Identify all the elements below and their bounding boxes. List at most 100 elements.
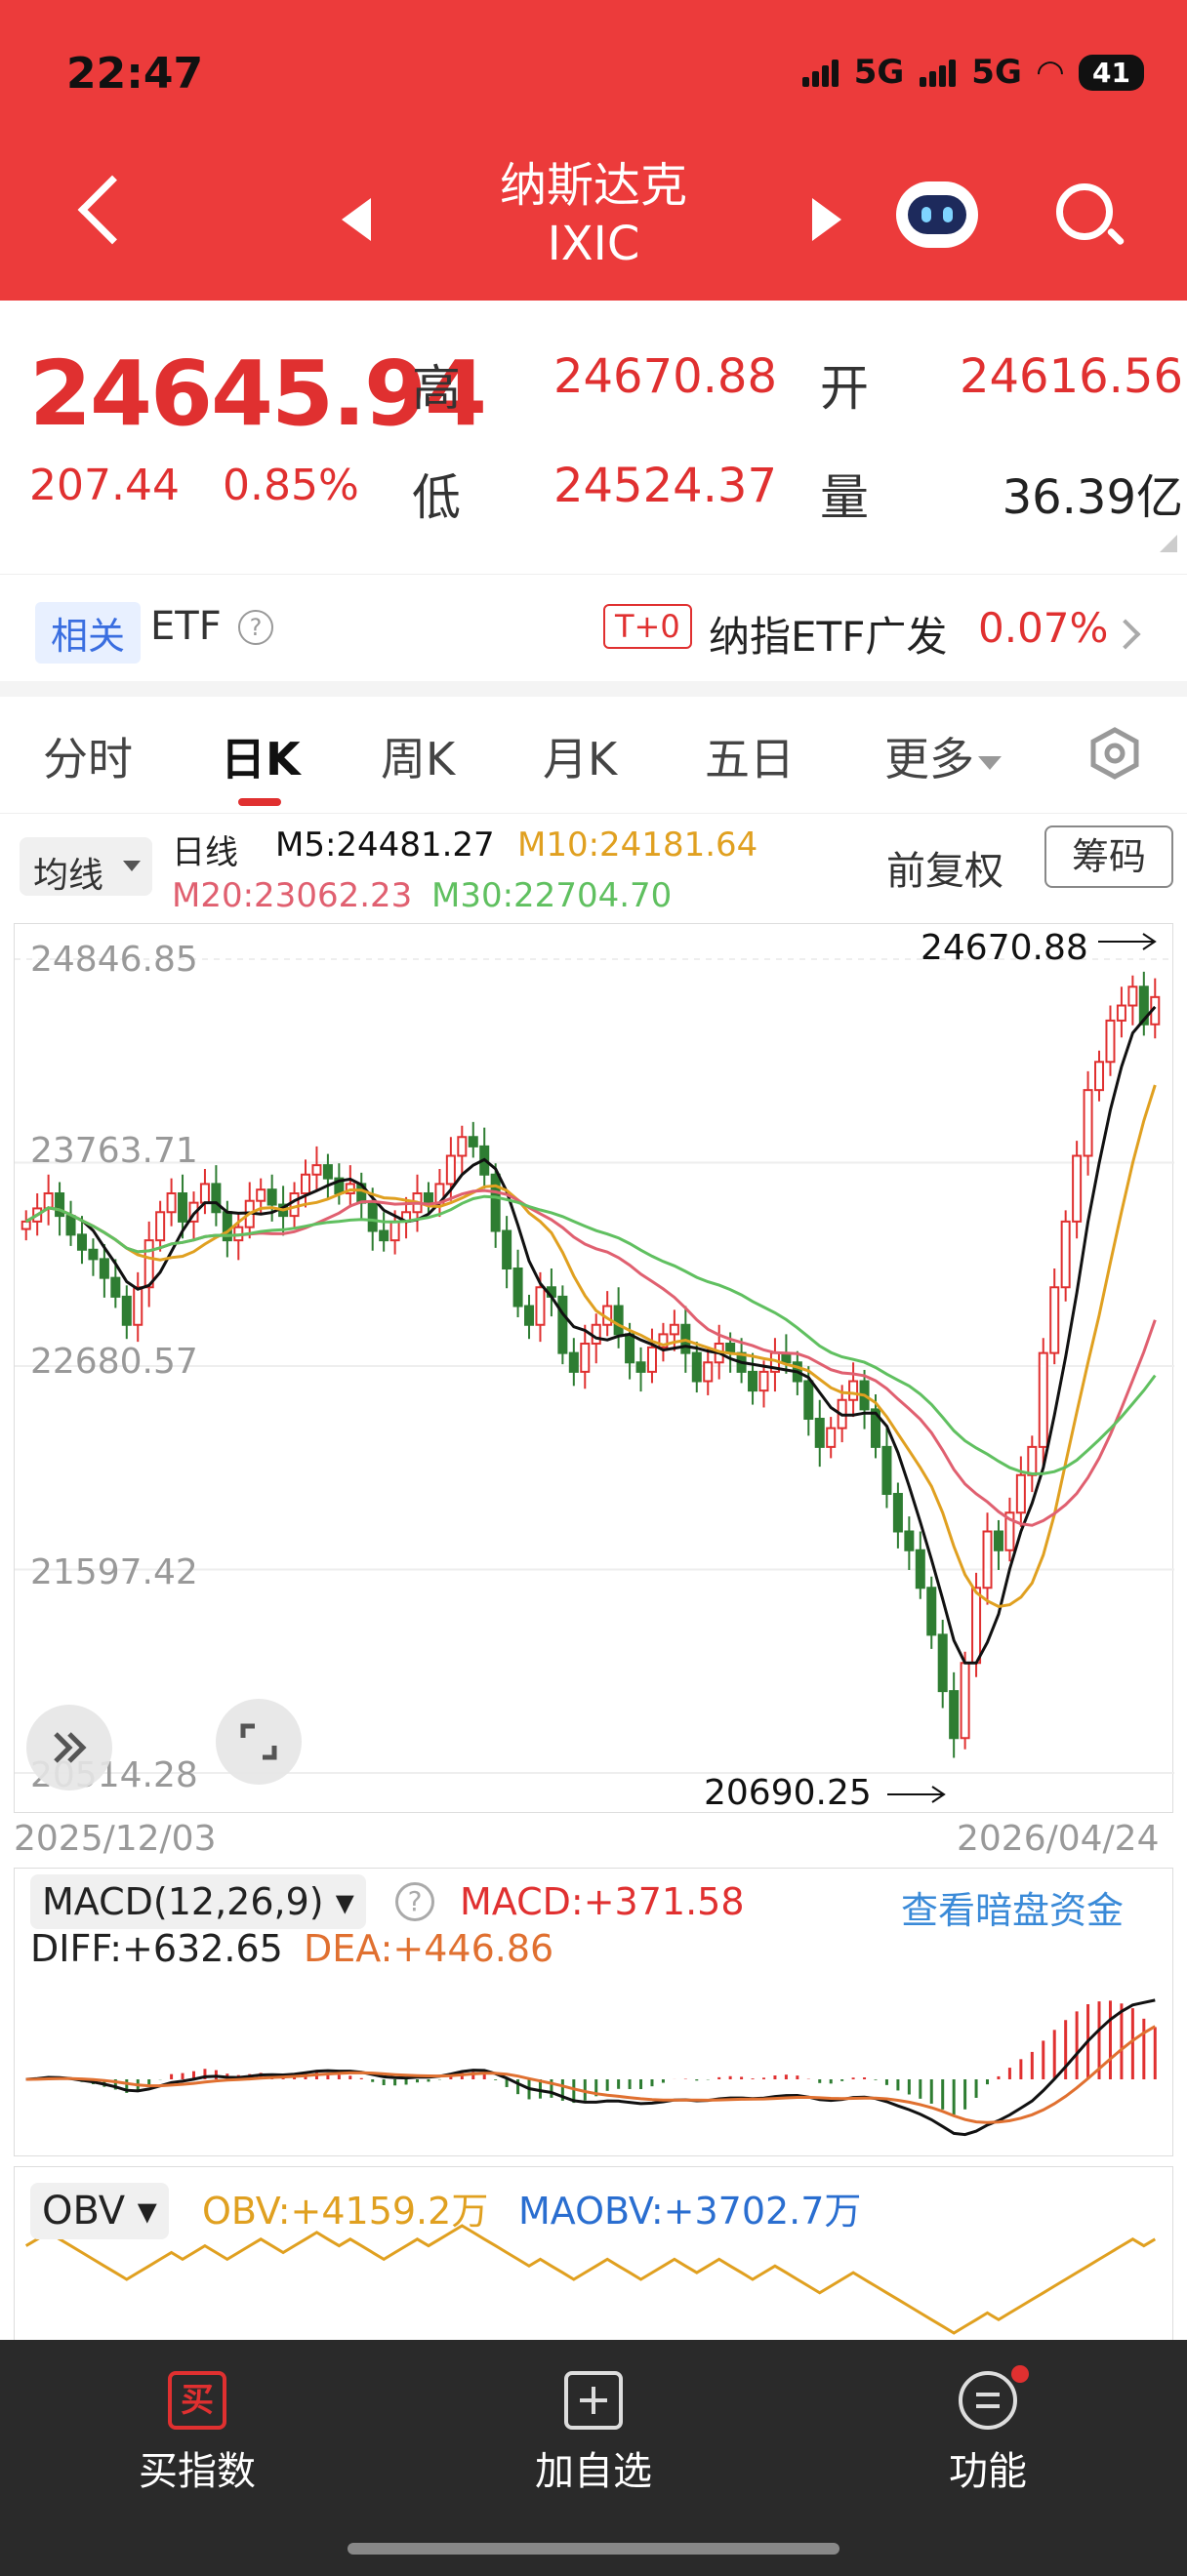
candle-up [1038, 1351, 1048, 1448]
candle-down [99, 1258, 109, 1279]
candle-down [625, 1333, 635, 1364]
candle-up [703, 1361, 714, 1383]
buy-index-button[interactable]: 买 买指数 [80, 2371, 314, 2496]
diff-value: DIFF:+632.65 [30, 1927, 283, 1970]
macd-help-icon[interactable]: ? [395, 1882, 434, 1921]
candle-down [937, 1633, 948, 1693]
candlestick-chart[interactable]: 24846.85 23763.71 22680.57 21597.42 2051… [14, 923, 1174, 1813]
expand-double-arrow-icon[interactable] [26, 1705, 112, 1791]
x-start-date: 2025/12/03 [14, 1819, 217, 1859]
next-index-icon[interactable] [812, 198, 841, 241]
min-price-annotation: 20690.25 [704, 1773, 872, 1813]
candle-down [178, 1192, 188, 1223]
candle-up [971, 1587, 982, 1665]
candle-up [1116, 1004, 1126, 1022]
home-indicator [348, 2543, 839, 2555]
candle-down [993, 1530, 1003, 1551]
candle-down [557, 1295, 568, 1354]
candle-down [211, 1183, 222, 1214]
bottom-nav: 买 买指数 加自选 功能 [0, 2340, 1187, 2576]
diff-line [25, 1998, 1156, 2137]
high-value: 24670.88 [553, 349, 777, 404]
candle-down [468, 1136, 478, 1147]
change-value: 207.44 [29, 461, 180, 510]
candle-up [1072, 1154, 1083, 1223]
candle-down [379, 1229, 389, 1242]
macd-panel[interactable]: MACD(12,26,9) ▾ ? MACD:+371.58 查看暗盘资金 DI… [14, 1868, 1173, 2156]
add-watchlist-button[interactable]: 加自选 [476, 2371, 711, 2496]
battery-icon: 41 [1079, 54, 1144, 91]
tab-monthly-k[interactable]: 月K [543, 724, 617, 788]
candle-up [457, 1136, 468, 1157]
max-price-annotation: 24670.88 [921, 928, 1088, 968]
status-icons: 5G 5G ◠ 41 [801, 53, 1144, 92]
candle-up [982, 1530, 993, 1590]
period-tabs: 分时 日K 周K 月K 五日 更多 [0, 697, 1187, 814]
open-value: 24616.56 [959, 349, 1183, 404]
tab-weekly-k[interactable]: 周K [381, 724, 455, 788]
active-tab-indicator [238, 798, 281, 806]
candle-down [88, 1248, 99, 1261]
functions-button[interactable]: 功能 [871, 2365, 1105, 2496]
back-icon[interactable] [77, 175, 147, 245]
tab-more[interactable]: 更多 [884, 724, 1002, 788]
add-square-icon [564, 2371, 623, 2430]
index-name: 纳斯达克 [499, 158, 687, 213]
y-tick-label: 24846.85 [30, 940, 198, 980]
obv-selector-label: OBV [42, 2189, 126, 2234]
candle-up [289, 1192, 300, 1218]
candle-down [881, 1445, 892, 1496]
candle-down [568, 1351, 579, 1373]
help-icon[interactable]: ? [238, 610, 273, 645]
price-change: 207.44 0.85% [29, 461, 359, 510]
obv-selector-button[interactable]: OBV ▾ [30, 2183, 169, 2239]
robot-assistant-icon[interactable] [896, 181, 978, 248]
header-bar: 22:47 5G 5G ◠ 41 纳斯达克 IXIC [0, 0, 1187, 301]
expand-corner-icon[interactable] [1160, 535, 1177, 552]
macd-selector-button[interactable]: MACD(12,26,9) ▾ [30, 1874, 366, 1929]
candle-up [20, 1220, 31, 1230]
adjust-mode-label[interactable]: 前复权 [886, 839, 1003, 896]
network-label-1: 5G [853, 53, 905, 92]
candle-up [133, 1286, 143, 1326]
ma-selector-label: 均线 [33, 856, 104, 896]
settings-hex-icon[interactable] [1087, 726, 1142, 781]
etf-label: ETF [150, 604, 222, 649]
related-tag: 相关 [35, 602, 142, 664]
candle-down [423, 1192, 433, 1204]
network-label-2: 5G [971, 53, 1022, 92]
fullscreen-icon[interactable] [216, 1699, 302, 1785]
obv-panel[interactable]: OBV ▾ OBV:+4159.2万 MAOBV:+3702.7万 [14, 2166, 1173, 2342]
prev-index-icon[interactable] [342, 198, 371, 241]
candle-down [915, 1549, 925, 1590]
search-icon[interactable] [1056, 183, 1113, 240]
candle-down [892, 1493, 903, 1533]
obv-value: OBV:+4159.2万 [202, 2190, 489, 2233]
period-label: 日线 [172, 833, 238, 872]
candle-up [1015, 1473, 1026, 1514]
candle-down [266, 1188, 277, 1206]
dark-pool-link[interactable]: 查看暗盘资金 [901, 1880, 1124, 1934]
related-etf-row[interactable]: 相关 ETF ? T+0 纳指ETF广发 0.07% [0, 574, 1187, 681]
obv-line [24, 2224, 1157, 2335]
high-label: 高 [412, 360, 461, 417]
ma-selector-button[interactable]: 均线 [20, 837, 152, 896]
candle-up [960, 1662, 970, 1740]
ma30-label: M30:22704.70 [431, 876, 673, 915]
candle-down [524, 1305, 535, 1326]
candle-down [65, 1215, 76, 1236]
section-divider [0, 681, 1187, 697]
tab-five-day[interactable]: 五日 [705, 724, 795, 788]
buy-icon: 买 [168, 2371, 226, 2430]
chips-button[interactable]: 筹码 [1044, 825, 1173, 888]
candle-down [814, 1418, 825, 1448]
tab-intraday[interactable]: 分时 [43, 724, 133, 788]
low-value: 24524.37 [553, 459, 777, 513]
etf-name: 纳指ETF广发 [709, 613, 948, 661]
candle-down [926, 1587, 937, 1636]
candle-down [322, 1164, 333, 1180]
candle-up [311, 1164, 322, 1176]
tab-daily-k[interactable]: 日K [221, 724, 301, 788]
dea-value: DEA:+446.86 [304, 1927, 554, 1970]
menu-circle-icon [959, 2365, 1029, 2430]
